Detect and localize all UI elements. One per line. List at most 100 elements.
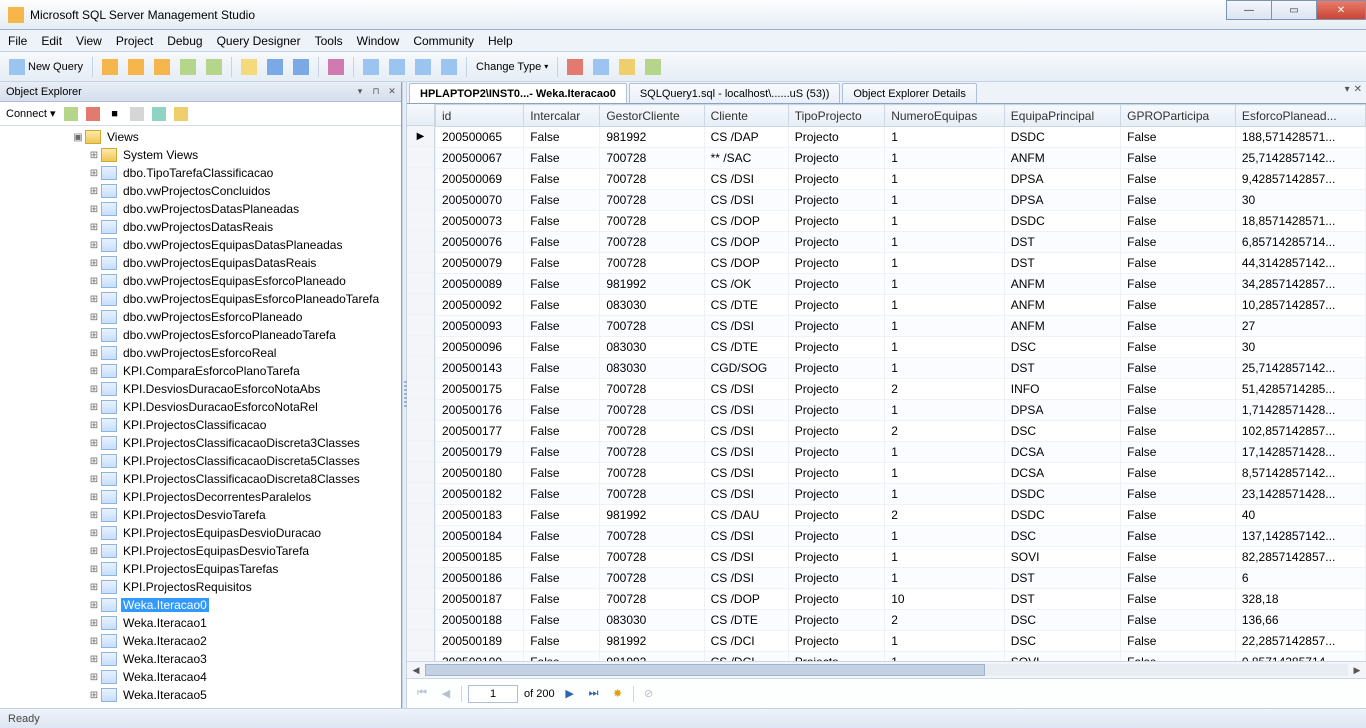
table-cell[interactable]: 200500070 (436, 190, 524, 211)
table-cell[interactable]: 700728 (600, 169, 704, 190)
tree-node-view[interactable]: ⊞dbo.vwProjectosEsforcoReal (0, 344, 401, 362)
table-cell[interactable]: False (524, 484, 600, 505)
table-cell[interactable]: Projecto (788, 526, 884, 547)
table-cell[interactable]: 200500089 (436, 274, 524, 295)
table-cell[interactable]: False (524, 610, 600, 631)
table-cell[interactable]: DPSA (1004, 169, 1120, 190)
tree-node-view[interactable]: ⊞KPI.DesviosDuracaoEsforcoNotaAbs (0, 380, 401, 398)
maximize-button[interactable]: ▭ (1271, 0, 1317, 20)
table-cell[interactable]: 1 (885, 127, 1005, 148)
table-cell[interactable]: False (1121, 484, 1236, 505)
table-cell[interactable]: 200500187 (436, 589, 524, 610)
table-cell[interactable]: 1 (885, 442, 1005, 463)
table-cell[interactable]: 1 (885, 190, 1005, 211)
table-cell[interactable]: CS /OK (704, 274, 788, 295)
pager-prev-icon[interactable]: ◀ (437, 685, 455, 703)
table-cell[interactable]: 200500069 (436, 169, 524, 190)
tab-sqlquery1[interactable]: SQLQuery1.sql - localhost\......uS (53)) (629, 83, 841, 103)
table-cell[interactable]: 981992 (600, 652, 704, 662)
menu-file[interactable]: File (8, 34, 27, 48)
table-cell[interactable]: Projecto (788, 442, 884, 463)
table-cell[interactable]: False (1121, 421, 1236, 442)
oe-refresh-icon[interactable] (150, 105, 168, 123)
table-cell[interactable]: 22,2857142857... (1235, 631, 1365, 652)
table-cell[interactable]: 1 (885, 484, 1005, 505)
tree-node-view[interactable]: ⊞dbo.TipoTarefaClassificacao (0, 164, 401, 182)
tree-node-view[interactable]: ⊞Weka.Iteracao2 (0, 632, 401, 650)
menu-edit[interactable]: Edit (41, 34, 62, 48)
table-cell[interactable]: 200500184 (436, 526, 524, 547)
menu-query-designer[interactable]: Query Designer (217, 34, 301, 48)
table-cell[interactable]: 700728 (600, 400, 704, 421)
table-cell[interactable]: 102,857142857... (1235, 421, 1365, 442)
table-cell[interactable]: 083030 (600, 358, 704, 379)
table-cell[interactable]: Projecto (788, 610, 884, 631)
tree-node-view[interactable]: ⊞KPI.ProjectosEquipasTarefas (0, 560, 401, 578)
table-cell[interactable]: Projecto (788, 337, 884, 358)
table-cell[interactable]: ANFM (1004, 295, 1120, 316)
table-cell[interactable]: Projecto (788, 232, 884, 253)
tree-node-view[interactable]: ⊞dbo.vwProjectosEsforcoPlaneado (0, 308, 401, 326)
row-header[interactable] (407, 630, 434, 651)
tree-node-view[interactable]: ⊞dbo.vwProjectosEquipasEsforcoPlaneadoTa… (0, 290, 401, 308)
table-cell[interactable]: SOVI (1004, 652, 1120, 662)
table-cell[interactable]: CGD/SOG (704, 358, 788, 379)
table-cell[interactable]: 1 (885, 568, 1005, 589)
table-cell[interactable]: CS /DOP (704, 589, 788, 610)
table-cell[interactable]: CS /DSI (704, 190, 788, 211)
table-cell[interactable]: False (1121, 253, 1236, 274)
table-cell[interactable]: 200500188 (436, 610, 524, 631)
table-cell[interactable]: Projecto (788, 358, 884, 379)
table-cell[interactable]: 700728 (600, 190, 704, 211)
table-cell[interactable]: False (524, 631, 600, 652)
table-cell[interactable]: 700728 (600, 547, 704, 568)
table-cell[interactable]: Projecto (788, 463, 884, 484)
tool-grid3-icon[interactable] (411, 56, 435, 78)
table-cell[interactable]: False (524, 232, 600, 253)
table-cell[interactable]: False (524, 169, 600, 190)
table-row[interactable]: 200500187False700728CS /DOPProjecto10DST… (436, 589, 1366, 610)
oe-connect-icon[interactable] (62, 105, 80, 123)
row-header[interactable] (407, 609, 434, 630)
table-cell[interactable]: 2 (885, 505, 1005, 526)
column-header[interactable]: TipoProjecto (788, 105, 884, 127)
table-cell[interactable]: 30 (1235, 337, 1365, 358)
table-cell[interactable]: 700728 (600, 148, 704, 169)
table-cell[interactable]: False (524, 442, 600, 463)
table-cell[interactable]: 1 (885, 547, 1005, 568)
tool-activity-icon[interactable] (324, 56, 348, 78)
table-cell[interactable]: False (524, 526, 600, 547)
table-cell[interactable]: CS /DOP (704, 232, 788, 253)
tree-node-view[interactable]: ⊞dbo.vwProjectosConcluidos (0, 182, 401, 200)
table-cell[interactable]: 083030 (600, 610, 704, 631)
table-cell[interactable]: DST (1004, 589, 1120, 610)
tree-node-view[interactable]: ⊞dbo.vwProjectosDatasPlaneadas (0, 200, 401, 218)
tree-node-view[interactable]: ⊞KPI.ProjectosClassificacaoDiscreta8Clas… (0, 470, 401, 488)
row-header[interactable] (407, 567, 434, 588)
table-cell[interactable]: 200500175 (436, 379, 524, 400)
table-cell[interactable]: CS /DSI (704, 379, 788, 400)
table-cell[interactable]: ANFM (1004, 274, 1120, 295)
tree-node-view[interactable]: ⊞Weka.Iteracao1 (0, 614, 401, 632)
row-header[interactable] (407, 336, 434, 357)
tree-node-view[interactable]: ⊞KPI.ProjectosEquipasDesvioDuracao (0, 524, 401, 542)
tree-node-view[interactable]: ⊞KPI.ProjectosRequisitos (0, 578, 401, 596)
table-cell[interactable]: False (524, 463, 600, 484)
table-cell[interactable]: 328,18 (1235, 589, 1365, 610)
table-cell[interactable]: DSDC (1004, 127, 1120, 148)
table-row[interactable]: 200500092False083030CS /DTEProjecto1ANFM… (436, 295, 1366, 316)
table-cell[interactable]: False (1121, 379, 1236, 400)
table-cell[interactable]: CS /DSI (704, 400, 788, 421)
table-cell[interactable]: 1 (885, 274, 1005, 295)
table-row[interactable]: 200500069False700728CS /DSIProjecto1DPSA… (436, 169, 1366, 190)
tab-weka-iteracao0[interactable]: HPLAPTOP2\INST0...- Weka.Iteracao0 (409, 83, 627, 103)
table-cell[interactable]: 9,42857142857... (1235, 169, 1365, 190)
table-cell[interactable]: False (524, 505, 600, 526)
row-header[interactable] (407, 315, 434, 336)
tool-table-icon[interactable] (176, 56, 200, 78)
row-header[interactable] (407, 441, 434, 462)
tool-group-icon[interactable] (615, 56, 639, 78)
table-cell[interactable]: 083030 (600, 337, 704, 358)
menu-window[interactable]: Window (357, 34, 400, 48)
new-query-button[interactable]: New Query (5, 56, 87, 78)
